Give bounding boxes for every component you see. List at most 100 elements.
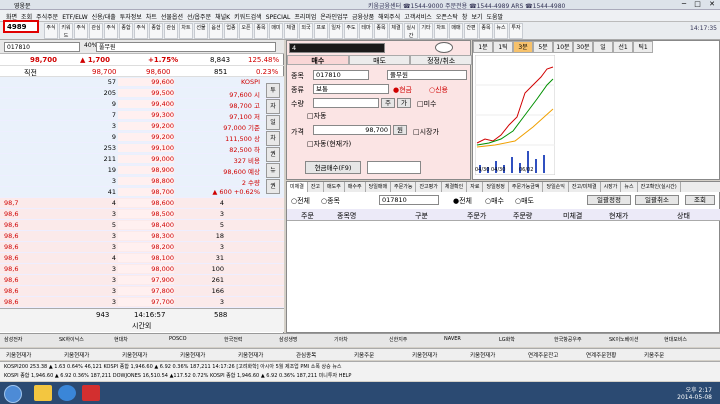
price-input[interactable]: 98,700: [313, 125, 391, 135]
stock-code-input[interactable]: 017810: [4, 42, 80, 52]
ticker-item[interactable]: 현대차: [114, 336, 128, 343]
qty-unit-button[interactable]: 주: [381, 98, 395, 108]
toolbar-button[interactable]: 매매: [449, 23, 463, 39]
order-tab[interactable]: 매도: [348, 55, 411, 65]
task-item[interactable]: 연계주문잔고: [528, 351, 558, 359]
ask-price[interactable]: 99,200: [118, 122, 174, 130]
ask-price[interactable]: 99,600: [118, 78, 174, 86]
menu-item[interactable]: 해외주식: [378, 14, 400, 21]
ask-price[interactable]: 99,400: [118, 100, 174, 108]
price-unit-button[interactable]: 원: [393, 125, 407, 135]
menu-item[interactable]: SPECIAL: [266, 14, 291, 21]
menu-item[interactable]: ETF/ELW: [62, 14, 87, 21]
chart-period-tabs[interactable]: 1분 1틱 3분 5분 10분 30분 일 선1 틱1: [473, 41, 653, 53]
toolbar-button[interactable]: 관심: [164, 23, 178, 39]
toolbar-button[interactable]: 간편: [464, 23, 478, 39]
orders-column-header[interactable]: 상태: [677, 211, 690, 221]
menu-item[interactable]: 투자정보: [120, 14, 142, 21]
toolbar-button[interactable]: 체결: [284, 23, 298, 39]
order-title-select[interactable]: 4: [289, 43, 385, 53]
bid-price[interactable]: 98,200: [118, 243, 174, 251]
bid-price[interactable]: 98,600: [118, 199, 174, 207]
toolbar-button[interactable]: 주도: [344, 23, 358, 39]
bid-price[interactable]: 97,800: [118, 287, 174, 295]
toolbar-button[interactable]: 테마: [359, 23, 373, 39]
toolbar-button[interactable]: 주식: [104, 23, 118, 39]
ticker-item[interactable]: POSCO: [169, 336, 187, 342]
side-button[interactable]: 투: [266, 83, 280, 98]
menu-item[interactable]: 보기: [471, 14, 482, 21]
chart-tab[interactable]: 1분: [473, 41, 493, 53]
bid-price[interactable]: 97,700: [118, 298, 174, 306]
toolbar-button[interactable]: 종목: [479, 23, 493, 39]
bid-price[interactable]: 98,300: [118, 232, 174, 240]
toolbar-button[interactable]: 관심: [89, 23, 103, 39]
toolbar-button[interactable]: 종합: [149, 23, 163, 39]
order-tab[interactable]: 정정/취소: [410, 55, 473, 65]
side-button[interactable]: 차: [266, 131, 280, 146]
menu-item[interactable]: 오픈스탁: [436, 14, 458, 21]
chart-tab[interactable]: 선1: [613, 41, 633, 53]
orders-tab[interactable]: 당일정정: [483, 182, 509, 192]
bid-price[interactable]: 98,000: [118, 265, 174, 273]
no-margin-check[interactable]: □미수: [417, 99, 437, 109]
orders-column-header[interactable]: 주문가: [467, 211, 486, 221]
filter-all-radio[interactable]: ○전체: [291, 196, 310, 206]
orders-tab[interactable]: 잔고: [308, 182, 325, 192]
orders-tab[interactable]: 매도주: [324, 182, 345, 192]
orders-tab[interactable]: 잔고평가: [416, 182, 442, 192]
ticker-item[interactable]: 삼성전자: [4, 336, 22, 343]
filter-all2-radio[interactable]: ●전체: [453, 196, 472, 206]
toolbar-button[interactable]: 종목: [374, 23, 388, 39]
ticker-item[interactable]: 한국항공우주: [554, 336, 582, 343]
start-button[interactable]: [4, 385, 22, 403]
orders-tab[interactable]: 잔고확인(실시간): [638, 182, 681, 192]
chart-tab[interactable]: 1틱: [493, 41, 513, 53]
chart-tab[interactable]: 일: [593, 41, 613, 53]
toolbar-button[interactable]: 업종: [224, 23, 238, 39]
orders-tab[interactable]: 매수주: [345, 182, 366, 192]
chart-tab[interactable]: 5분: [533, 41, 553, 53]
ask-price[interactable]: 98,700: [118, 188, 174, 196]
task-item[interactable]: 키움현재가: [412, 351, 437, 359]
orders-column-header[interactable]: 미체결: [563, 211, 582, 221]
toolbar-button[interactable]: 주식: [134, 23, 148, 39]
chart-tab[interactable]: 틱1: [633, 41, 653, 53]
menu-item[interactable]: 선/옵주문: [187, 14, 211, 21]
task-item[interactable]: 키움현재가: [180, 351, 205, 359]
auto-check[interactable]: □자동: [307, 111, 327, 121]
orders-tabs[interactable]: 미체결 잔고 매도주 매수주 당일매매 주문가능 잔고평가 체결확인 자료 당일정정 주문가능금액 당…: [287, 182, 720, 192]
orders-tab[interactable]: 당일손익: [543, 182, 569, 192]
screen-code-input[interactable]: 4989: [3, 20, 39, 33]
ask-price[interactable]: 99,500: [118, 89, 174, 97]
ask-price[interactable]: 99,200: [118, 133, 174, 141]
menu-item[interactable]: 프리미엄: [294, 14, 316, 21]
bulk-cancel-button[interactable]: 일괄취소: [635, 195, 679, 205]
toolbar-button[interactable]: 옵션: [209, 23, 223, 39]
orders-tab[interactable]: 잔고/미체결: [569, 182, 601, 192]
bid-price[interactable]: 98,400: [118, 221, 174, 229]
kiwoom-app-icon[interactable]: [82, 385, 100, 401]
orders-column-header[interactable]: 주문량: [513, 211, 532, 221]
qty-price-button[interactable]: 가: [397, 98, 411, 108]
toolbar-button[interactable]: 뉴스: [494, 23, 508, 39]
ticker-item[interactable]: NAVER: [444, 336, 461, 342]
menu-item[interactable]: 채널K: [215, 14, 230, 21]
query-button[interactable]: 조회: [685, 195, 715, 205]
task-item[interactable]: 관심종목: [296, 351, 316, 359]
orders-tab[interactable]: 시장가: [601, 182, 622, 192]
orders-tab[interactable]: 체결확인: [442, 182, 468, 192]
toolbar-button[interactable]: 기타: [419, 23, 433, 39]
window-controls[interactable]: ─ □ ✕: [682, 0, 718, 8]
orders-tab[interactable]: 주문가능: [391, 182, 417, 192]
orders-column-header[interactable]: 종목명: [337, 211, 356, 221]
folder-icon[interactable]: [34, 385, 52, 401]
menu-item[interactable]: 선물옵션: [161, 14, 183, 21]
toolbar-button[interactable]: 차트: [434, 23, 448, 39]
ask-price[interactable]: 99,300: [118, 111, 174, 119]
bid-price[interactable]: 97,900: [118, 276, 174, 284]
toolbar-button[interactable]: 주식: [74, 23, 88, 39]
ask-price[interactable]: 99,100: [118, 144, 174, 152]
ask-price[interactable]: 98,900: [118, 166, 174, 174]
task-item[interactable]: 키움현재가: [470, 351, 495, 359]
